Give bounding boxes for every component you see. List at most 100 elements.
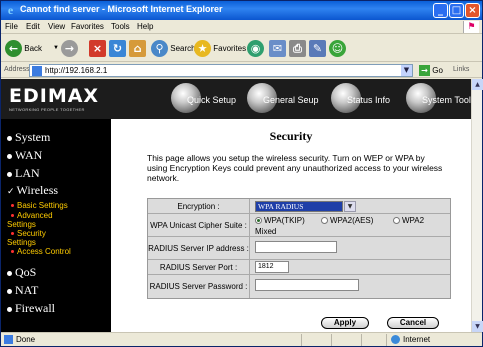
home-button[interactable]: ⌂ [129,39,146,58]
chevron-down-icon[interactable]: ▼ [344,201,356,212]
forward-button[interactable]: → [61,39,78,58]
globe-icon [391,335,400,345]
sidebar-item-firewall[interactable]: Firewall [7,301,55,316]
radius-ip-row: RADIUS Server IP address : [148,237,450,260]
scroll-up-icon[interactable]: ▲ [472,79,483,90]
page-icon [32,66,42,76]
maximize-button[interactable]: □ [449,3,464,18]
radius-ip-input[interactable] [255,241,337,253]
status-divider [331,334,332,346]
sidebar-sub-advanced-settings-line2[interactable]: Settings [7,220,36,229]
window-title: Cannot find server - Microsoft Internet … [20,4,223,14]
close-button[interactable]: × [465,3,480,18]
print-button[interactable]: ⎙ [289,39,306,58]
stop-button[interactable]: × [89,39,106,58]
go-button[interactable]: → Go [419,64,449,77]
back-dropdown-icon[interactable]: ▼ [53,39,59,58]
router-sidebar: System WAN LAN ✓ Wireless Basic Settings … [1,119,111,332]
scroll-down-icon[interactable]: ▼ [472,321,483,332]
sidebar-item-wireless[interactable]: ✓ Wireless [7,183,58,198]
mail-button[interactable]: ✉ [269,39,286,58]
stop-icon: × [89,40,106,58]
home-icon: ⌂ [129,40,146,58]
messenger-button[interactable]: ☺ [329,39,346,58]
address-label: Address [4,66,30,73]
cipher-radio-wpa-tkip[interactable]: WPA(TKIP) [255,216,305,225]
checkmark-icon: ✓ [7,186,15,196]
media-button[interactable]: ◉ [247,39,264,58]
address-input[interactable]: http://192.168.2.1 ▼ [29,64,413,77]
search-icon: ⚲ [151,40,168,58]
edit-page-button[interactable]: ✎ [309,39,326,58]
radius-password-row: RADIUS Server Password : [148,275,450,298]
cipher-option-label: WPA(TKIP) [264,216,305,225]
edit-icon: ✎ [309,40,326,58]
sidebar-item-label: WAN [15,148,43,162]
radius-port-input[interactable]: 1812 [255,261,289,273]
favorites-button[interactable]: ★ Favorites [194,39,246,58]
minimize-button[interactable]: _ [433,3,448,18]
radius-ip-label: RADIUS Server IP address : [148,237,250,259]
sidebar-item-wan[interactable]: WAN [7,148,42,163]
bullet-icon [7,153,12,159]
sub-bullet-icon [11,214,14,218]
bullet-icon [7,270,12,276]
radio-checked-icon [255,217,262,225]
vertical-scrollbar[interactable]: ▲ ▼ [471,79,483,332]
cancel-button[interactable]: Cancel [387,317,439,329]
refresh-icon: ↻ [109,40,126,58]
sidebar-item-lan[interactable]: LAN [7,166,40,181]
sidebar-item-qos[interactable]: QoS [7,265,36,280]
apply-button[interactable]: Apply [321,317,369,329]
menu-tools[interactable]: Tools [111,22,130,31]
bullet-icon [7,306,12,312]
go-label: Go [432,66,443,75]
toolbar: ← Back ▼ → × ↻ ⌂ ⚲ Search ★ Favorites ◉ … [1,35,482,62]
menu-help[interactable]: Help [137,22,153,31]
menu-view[interactable]: View [48,22,65,31]
sidebar-sub-advanced-settings[interactable]: Advanced [11,211,53,220]
radius-port-row: RADIUS Server Port : 1812 [148,260,450,275]
ie-logo-icon: e [7,3,14,17]
menu-file[interactable]: File [5,22,18,31]
sidebar-item-nat[interactable]: NAT [7,283,38,298]
menu-favorites[interactable]: Favorites [71,22,104,31]
security-zone: Internet [391,335,430,345]
sidebar-item-label: NAT [15,283,39,297]
sidebar-item-label: System [15,130,51,144]
back-arrow-icon: ← [5,40,22,58]
print-icon: ⎙ [289,40,306,58]
cipher-radio-wpa2-aes[interactable]: WPA2(AES) [321,216,373,225]
address-bar: Address http://192.168.2.1 ▼ → Go Links [1,63,482,78]
sidebar-sub-access-control[interactable]: Access Control [11,247,71,256]
media-icon: ◉ [247,40,264,58]
page-done-icon [4,335,13,345]
favorites-star-icon: ★ [194,40,211,58]
menu-edit[interactable]: Edit [26,22,40,31]
go-arrow-icon: → [419,65,430,77]
address-dropdown-icon[interactable]: ▼ [401,65,412,76]
back-button[interactable]: ← Back [5,39,42,58]
status-divider [301,334,302,346]
radius-password-input[interactable] [255,279,359,291]
refresh-button[interactable]: ↻ [109,39,126,58]
radius-password-label: RADIUS Server Password : [148,275,250,298]
messenger-icon: ☺ [329,40,346,58]
nav-system-tools-label: System Tools [422,95,471,105]
bullet-icon [7,288,12,294]
search-button[interactable]: ⚲ Search [151,39,196,58]
title-bar: e Cannot find server - Microsoft Interne… [1,1,482,20]
sidebar-sub-security-settings-line2[interactable]: Settings [7,238,36,247]
encryption-select[interactable]: WPA RADIUS ▼ [255,201,356,212]
menu-bar: File Edit View Favorites Tools Help ⚑ [1,20,482,34]
sidebar-item-label: Firewall [15,301,55,315]
bullet-icon [7,135,12,141]
sidebar-sub-basic-settings[interactable]: Basic Settings [11,201,68,210]
cipher-label: WPA Unicast Cipher Suite : [148,214,250,236]
sidebar-sub-security-settings[interactable]: Security [11,229,46,238]
sidebar-item-system[interactable]: System [7,130,50,145]
cipher-radio-wpa2-mixed[interactable]: WPA2 [393,216,424,225]
forward-arrow-icon: → [61,40,78,58]
links-toolbar[interactable]: Links [453,66,469,73]
cipher-row: WPA Unicast Cipher Suite : WPA(TKIP) WPA… [148,214,450,237]
